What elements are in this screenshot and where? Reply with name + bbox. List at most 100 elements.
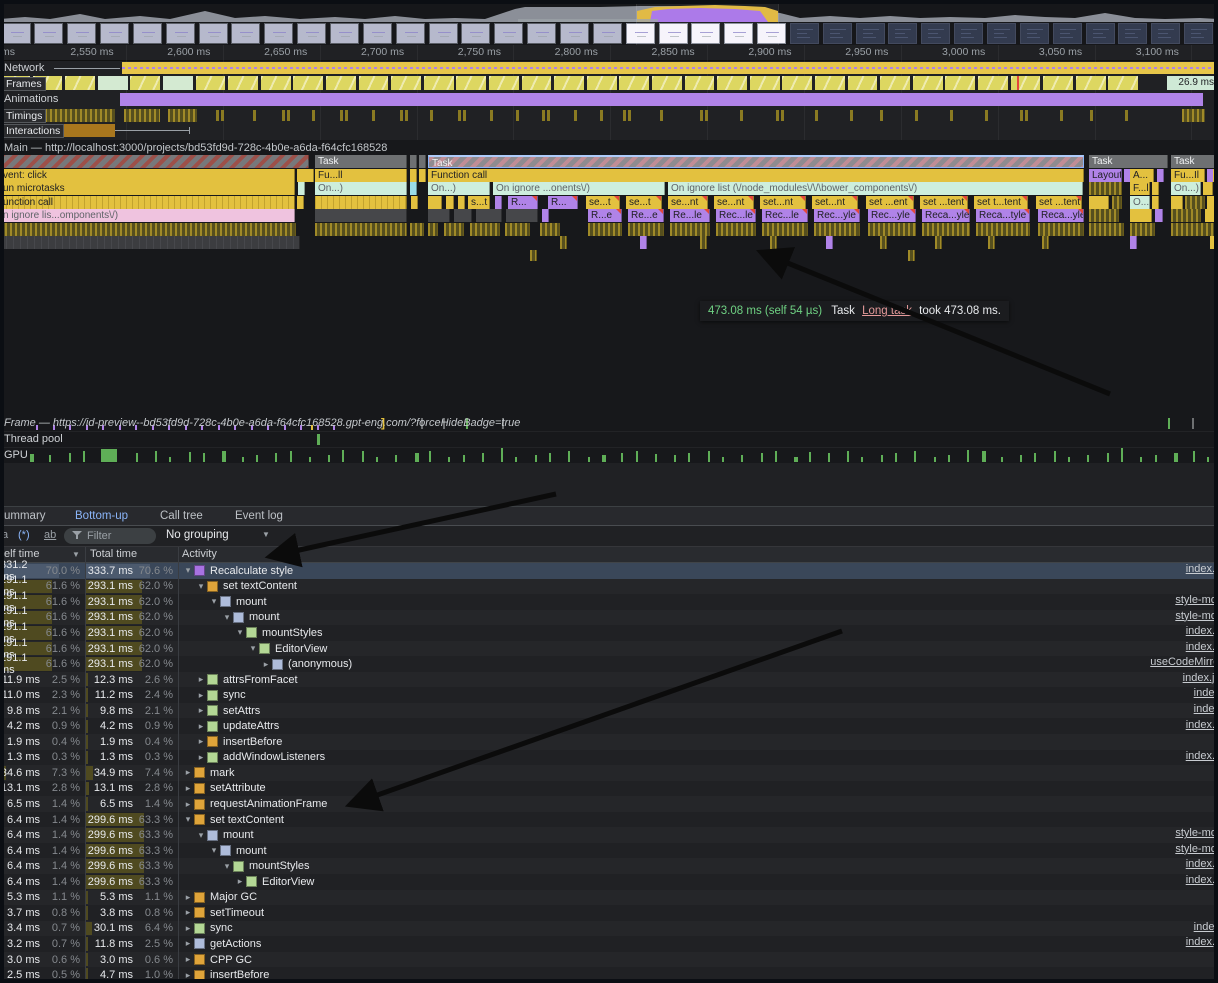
flame-event[interactable] xyxy=(1038,223,1084,236)
flame-event-m[interactable]: On...) xyxy=(315,182,407,195)
flame-event[interactable] xyxy=(1185,196,1205,209)
tooltip-long-task-link[interactable]: Long task xyxy=(862,305,912,317)
details-tab-bar[interactable]: ummaryBottom-upCall treeEvent log xyxy=(0,506,1218,526)
flame-event[interactable] xyxy=(410,182,417,195)
page-screenshot-thumbnail[interactable] xyxy=(1020,23,1049,44)
activity-name[interactable]: CPP GC xyxy=(210,954,252,966)
source-link[interactable]: index. xyxy=(1194,687,1218,699)
expand-icon[interactable]: ▸ xyxy=(195,705,207,716)
flame-event-pr[interactable]: Rec...le xyxy=(716,209,756,222)
page-screenshot-thumbnail[interactable] xyxy=(790,23,819,44)
flame-event[interactable] xyxy=(1130,209,1152,222)
frame-block[interactable] xyxy=(326,76,356,90)
expand-icon[interactable]: ▸ xyxy=(182,954,194,965)
frame-block[interactable] xyxy=(1108,76,1138,90)
expand-icon[interactable]: ▸ xyxy=(182,970,194,981)
frame-block[interactable] xyxy=(98,76,128,90)
flame-event-pr[interactable]: Re...e xyxy=(628,209,664,222)
frame-block[interactable] xyxy=(554,76,584,90)
collapse-icon[interactable]: ▾ xyxy=(195,830,207,841)
flame-event[interactable] xyxy=(410,169,417,182)
source-link[interactable]: index. xyxy=(1194,921,1218,933)
timings-track[interactable]: Timings xyxy=(0,108,1218,122)
frame-block[interactable] xyxy=(717,76,747,90)
activity-name[interactable]: setAttrs xyxy=(223,705,260,717)
page-screenshot-thumbnail[interactable] xyxy=(297,23,326,44)
flame-event-th[interactable]: Task xyxy=(428,155,1084,168)
table-row[interactable]: 291.1 ms61.6 %293.1 ms62.0 %▸(anonymous)… xyxy=(0,656,1218,672)
details-toolbar[interactable]: a (*) ab Filter No grouping ▼ xyxy=(0,526,1218,547)
tab-event-log[interactable]: Event log xyxy=(235,507,283,526)
activity-name[interactable]: mountStyles xyxy=(249,860,310,872)
collapse-icon[interactable]: ▾ xyxy=(182,814,194,825)
grouping-select[interactable]: No grouping xyxy=(166,529,229,541)
activity-name[interactable]: setAttribute xyxy=(210,782,266,794)
gpu-track[interactable]: GPU xyxy=(0,448,1218,463)
expand-icon[interactable]: ▸ xyxy=(182,938,194,949)
grouping-dropdown-icon[interactable]: ▼ xyxy=(262,530,270,539)
flame-event[interactable] xyxy=(976,223,1030,236)
source-link[interactable]: useCodeMirror xyxy=(1150,656,1218,668)
column-activity[interactable]: Activity xyxy=(182,548,217,560)
frame-block[interactable] xyxy=(815,76,845,90)
table-row[interactable]: 2.5 ms0.5 %4.7 ms1.0 %▸insertBefore xyxy=(0,967,1218,983)
flame-event-yr[interactable]: set ...tent xyxy=(920,196,968,209)
activity-name[interactable]: set textContent xyxy=(210,814,284,826)
flame-event[interactable] xyxy=(1112,196,1122,209)
expand-icon[interactable]: ▸ xyxy=(195,721,207,732)
frame-block[interactable] xyxy=(293,76,323,90)
page-screenshot-thumbnail[interactable] xyxy=(856,23,885,44)
table-row[interactable]: 291.1 ms61.6 %293.1 ms62.0 %▾EditorViewi… xyxy=(0,641,1218,657)
flame-event[interactable] xyxy=(1089,209,1119,222)
flame-event-pr[interactable]: Reca...tyle xyxy=(976,209,1030,222)
frame-block[interactable] xyxy=(1076,76,1106,90)
frame-block[interactable] xyxy=(750,76,780,90)
flame-event-pr[interactable]: Reca...yle xyxy=(922,209,970,222)
page-screenshot-thumbnail[interactable] xyxy=(593,23,622,44)
frame-block[interactable] xyxy=(913,76,943,90)
activity-name[interactable]: EditorView xyxy=(275,643,327,655)
flame-event-pk[interactable]: n ignore lis...omponents\/) xyxy=(0,209,295,222)
flame-event[interactable] xyxy=(1157,169,1164,182)
flame-event[interactable] xyxy=(315,196,407,209)
expand-icon[interactable]: ▸ xyxy=(182,892,194,903)
frame-track[interactable]: Frame — https://id-preview--bd53fd9d-728… xyxy=(0,415,1218,432)
source-link[interactable]: index.js: xyxy=(1183,672,1218,684)
flame-event-ys[interactable]: unction call xyxy=(0,196,295,209)
flame-event-m[interactable]: On ignore ...onents\/) xyxy=(493,182,665,195)
table-row[interactable]: 13.1 ms2.8 %13.1 ms2.8 %▸setAttribute xyxy=(0,781,1218,797)
flame-event[interactable] xyxy=(506,209,538,222)
page-screenshot-thumbnail[interactable] xyxy=(330,23,359,44)
flame-event[interactable] xyxy=(1203,182,1213,195)
flame-event[interactable] xyxy=(1089,223,1124,236)
frame-block[interactable] xyxy=(163,76,193,90)
flame-event[interactable] xyxy=(1042,236,1049,249)
expand-icon[interactable]: ▸ xyxy=(182,783,194,794)
frame-block[interactable] xyxy=(424,76,454,90)
table-row[interactable]: 3.4 ms0.7 %30.1 ms6.4 %▸syncindex. xyxy=(0,921,1218,937)
flame-event[interactable] xyxy=(716,223,756,236)
flame-event[interactable] xyxy=(458,196,465,209)
source-link[interactable]: index.js xyxy=(1186,750,1218,762)
flame-event-tk[interactable]: Task xyxy=(1171,155,1218,168)
flame-event-p[interactable]: Layout xyxy=(1089,169,1122,182)
source-link[interactable]: index.js xyxy=(1186,625,1218,637)
flame-event[interactable] xyxy=(307,169,314,182)
network-request-bar[interactable] xyxy=(122,62,1218,74)
time-ruler[interactable]: ms 2,550 ms2,600 ms2,650 ms2,700 ms2,750… xyxy=(0,45,1218,61)
thread-pool-track[interactable]: Thread pool xyxy=(0,432,1218,448)
flame-event-pr[interactable]: Rec...le xyxy=(762,209,808,222)
activity-name[interactable]: sync xyxy=(210,922,233,934)
flame-event[interactable] xyxy=(1210,236,1217,249)
frame-block[interactable] xyxy=(978,76,1008,90)
flame-event[interactable] xyxy=(1130,236,1137,249)
expand-icon[interactable]: ▸ xyxy=(195,752,207,763)
page-screenshot-thumbnail[interactable] xyxy=(133,23,162,44)
frame-block[interactable] xyxy=(1043,76,1073,90)
flame-event-yr[interactable]: se...t xyxy=(586,196,620,209)
flame-event[interactable] xyxy=(670,223,710,236)
collapse-icon[interactable]: ▾ xyxy=(195,581,207,592)
table-header[interactable]: elf time ▼ Total time Activity xyxy=(0,547,1218,563)
flame-event-y[interactable]: s...t xyxy=(468,196,490,209)
source-link[interactable]: style-mod xyxy=(1175,843,1218,855)
